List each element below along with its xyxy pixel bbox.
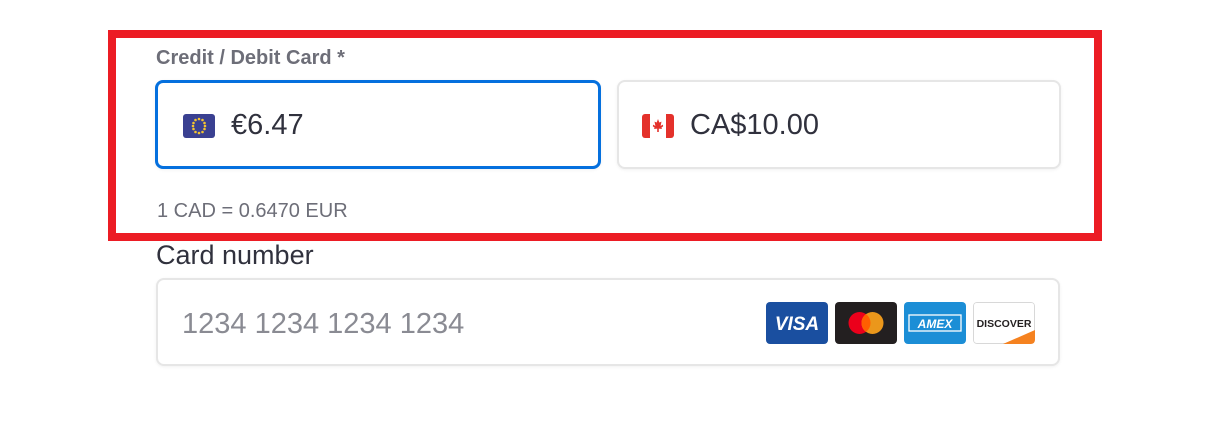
cad-amount: CA$10.00 [690, 109, 819, 141]
eur-amount-field[interactable]: €6.47 [155, 80, 601, 169]
eur-amount: €6.47 [231, 109, 304, 141]
mastercard-icon [835, 302, 897, 344]
visa-icon: VISA [766, 302, 828, 344]
exchange-rate-text: 1 CAD = 0.6470 EUR [157, 200, 348, 222]
card-number-label: Card number [156, 240, 314, 270]
discover-text: DISCOVER [977, 318, 1032, 330]
eu-flag-icon [183, 114, 215, 138]
amex-icon: AMEX [904, 302, 966, 344]
card-number-input[interactable] [182, 306, 742, 342]
discover-icon: DISCOVER [973, 302, 1035, 344]
section-label: Credit / Debit Card * [156, 47, 345, 69]
card-number-field[interactable]: VISA AMEX DISCOVER [156, 278, 1060, 366]
amex-text: AMEX [917, 317, 954, 331]
visa-text: VISA [775, 314, 819, 335]
cad-amount-field[interactable]: CA$10.00 [617, 80, 1061, 169]
canada-flag-icon [642, 114, 674, 138]
